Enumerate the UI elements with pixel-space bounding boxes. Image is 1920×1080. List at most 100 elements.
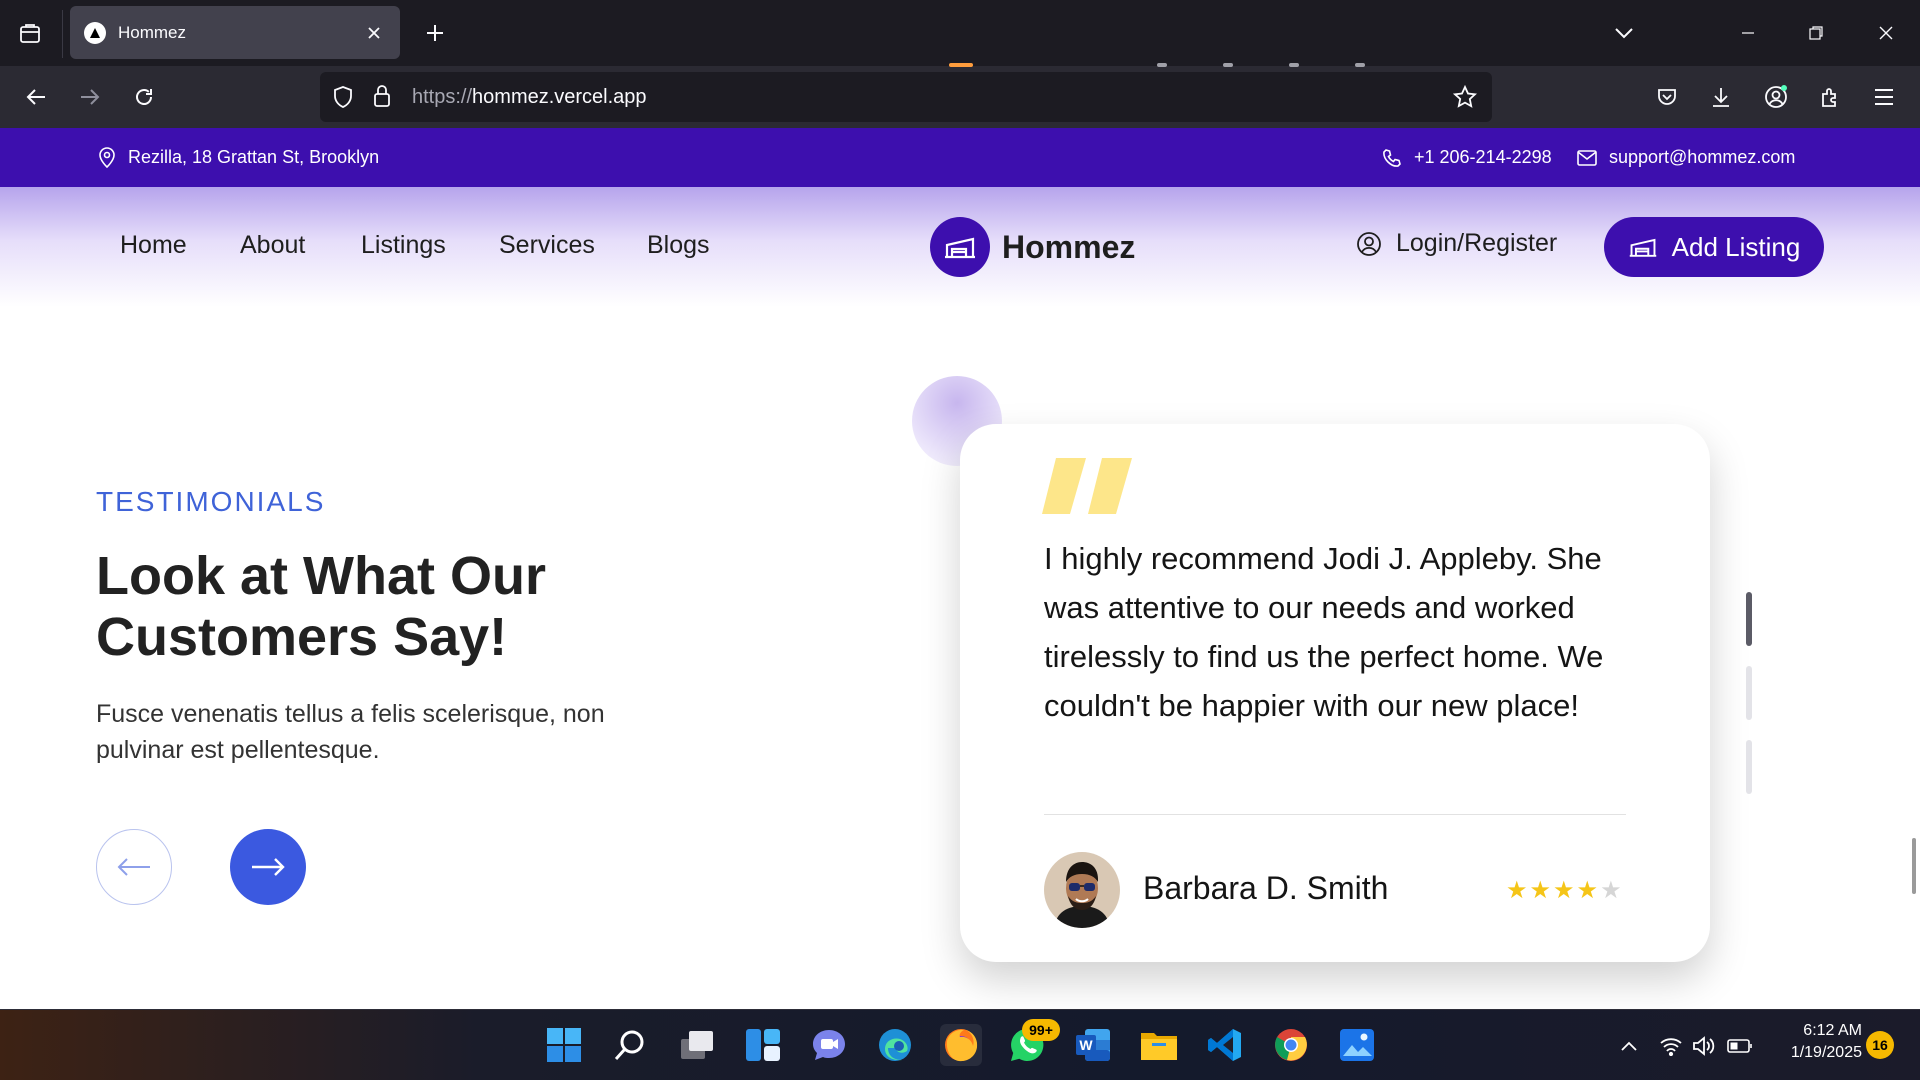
new-tab-icon[interactable] xyxy=(418,16,452,50)
widgets-icon[interactable] xyxy=(742,1024,784,1066)
rating-stars: ★ ★ ★ ★ ★ xyxy=(1506,878,1622,902)
page-scrollbar[interactable] xyxy=(1912,838,1916,894)
card-divider xyxy=(1044,814,1626,815)
star-icon: ★ xyxy=(1576,876,1599,904)
next-slide-button[interactable] xyxy=(230,829,306,905)
extensions-icon[interactable] xyxy=(1811,78,1849,116)
user-circle-icon xyxy=(1357,231,1381,256)
star-icon: ★ xyxy=(1553,876,1575,904)
clock-time: 6:12 AM xyxy=(1803,1022,1862,1039)
url-text[interactable]: https://hommez.vercel.app xyxy=(412,86,647,109)
restore-icon[interactable] xyxy=(1796,14,1836,52)
running-indicator xyxy=(1289,63,1299,67)
edge-browser-icon[interactable] xyxy=(874,1024,916,1066)
wifi-icon[interactable] xyxy=(1658,1033,1684,1059)
arrow-left-icon xyxy=(117,858,150,876)
minimize-icon[interactable] xyxy=(1728,14,1768,52)
section-tag: TESTIMONIALS xyxy=(96,486,326,517)
running-indicator xyxy=(1157,63,1167,67)
download-icon[interactable] xyxy=(1702,78,1740,116)
active-app-indicator xyxy=(949,63,973,67)
photos-icon[interactable] xyxy=(1336,1024,1378,1066)
app-menu-icon[interactable] xyxy=(1865,78,1903,116)
email-item[interactable]: support@hommez.com xyxy=(1577,128,1795,187)
logo-house-icon xyxy=(930,217,990,277)
testimonial-quote: I highly recommend Jodi J. Appleby. She … xyxy=(1044,541,1604,723)
slide-indicator-active[interactable] xyxy=(1746,592,1752,646)
firefox-icon[interactable] xyxy=(940,1024,982,1066)
login-register-label: Login/Register xyxy=(1396,229,1558,257)
running-indicator xyxy=(1355,63,1365,67)
quote-mark-icon xyxy=(1042,458,1134,518)
search-icon[interactable] xyxy=(609,1024,651,1066)
phone-item[interactable]: +1 206-214-2298 xyxy=(1382,128,1552,187)
tray-chevron-up-icon[interactable] xyxy=(1616,1033,1642,1059)
site-logo[interactable]: Hommez xyxy=(930,217,1135,277)
bookmark-star-icon[interactable] xyxy=(1452,84,1478,113)
star-empty-icon: ★ xyxy=(1600,876,1622,904)
running-indicator xyxy=(1223,63,1233,67)
browser-nav-bar: https://hommez.vercel.app xyxy=(0,66,1920,128)
contact-topbar: Rezilla, 18 Grattan St, Brooklyn +1 206-… xyxy=(0,128,1920,187)
address-item: Rezilla, 18 Grattan St, Brooklyn xyxy=(98,128,379,187)
notification-count-badge[interactable]: 16 xyxy=(1866,1031,1894,1059)
nav-blogs[interactable]: Blogs xyxy=(647,231,710,260)
windows-start-icon[interactable] xyxy=(543,1024,585,1066)
section-headline: Look at What Our Customers Say! xyxy=(96,546,546,667)
reload-icon[interactable] xyxy=(125,78,163,116)
nav-listings[interactable]: Listings xyxy=(361,231,446,260)
add-listing-label: Add Listing xyxy=(1671,231,1801,262)
tab-separator xyxy=(62,10,63,58)
clock-date: 1/19/2025 xyxy=(1790,1044,1862,1061)
battery-icon[interactable] xyxy=(1727,1033,1753,1059)
lock-icon[interactable] xyxy=(372,84,392,112)
logo-text: Hommez xyxy=(1002,228,1136,265)
section-subtext: Fusce venenatis tellus a felis scelerisq… xyxy=(96,700,605,764)
whatsapp-unread-badge: 99+ xyxy=(1022,1019,1060,1041)
site-header: Home About Listings Services Blogs Homme… xyxy=(0,187,1920,307)
forward-arrow-icon[interactable] xyxy=(71,78,109,116)
back-arrow-icon[interactable] xyxy=(17,78,55,116)
phone-text[interactable]: +1 206-214-2298 xyxy=(1414,147,1552,168)
teams-chat-icon[interactable] xyxy=(808,1024,850,1066)
location-pin-icon xyxy=(99,146,115,168)
taskbar-clock[interactable]: 6:12 AM 1/19/2025 xyxy=(1766,1020,1862,1064)
arrow-right-icon xyxy=(252,858,285,876)
site-favicon-icon xyxy=(84,21,106,44)
task-view-icon[interactable] xyxy=(676,1024,718,1066)
tab-list-icon[interactable] xyxy=(14,18,46,50)
account-icon[interactable] xyxy=(1757,78,1795,116)
testimonial-card: I highly recommend Jodi J. Appleby. She … xyxy=(960,424,1710,962)
slide-indicator[interactable] xyxy=(1746,666,1752,720)
nav-about[interactable]: About xyxy=(240,231,305,260)
prev-slide-button[interactable] xyxy=(96,829,172,905)
star-icon: ★ xyxy=(1506,876,1528,904)
testimonial-author: Barbara D. Smith xyxy=(1143,870,1389,906)
nav-home[interactable]: Home xyxy=(120,231,187,260)
mail-icon xyxy=(1577,149,1597,166)
chrome-icon[interactable] xyxy=(1270,1024,1312,1066)
tab-overflow-chevron-icon[interactable] xyxy=(1604,14,1644,52)
browser-tab-active[interactable]: Hommez xyxy=(70,6,400,59)
word-icon[interactable]: W xyxy=(1072,1024,1114,1066)
vscode-icon[interactable] xyxy=(1204,1024,1246,1066)
svg-text:W: W xyxy=(1079,1037,1093,1053)
login-register-link[interactable]: Login/Register xyxy=(1356,229,1557,258)
email-text[interactable]: support@hommez.com xyxy=(1609,147,1795,168)
close-window-icon[interactable] xyxy=(1866,14,1906,52)
nav-services[interactable]: Services xyxy=(499,231,595,260)
url-host: hommez.vercel.app xyxy=(472,86,647,108)
file-explorer-icon[interactable] xyxy=(1138,1024,1180,1066)
house-icon xyxy=(1629,238,1656,257)
star-icon: ★ xyxy=(1529,876,1552,904)
address-text: Rezilla, 18 Grattan St, Brooklyn xyxy=(128,147,380,167)
url-bar[interactable]: https://hommez.vercel.app xyxy=(320,72,1492,122)
url-protocol: https:// xyxy=(412,86,473,108)
close-tab-icon[interactable] xyxy=(360,19,388,47)
slide-indicator[interactable] xyxy=(1746,740,1752,794)
add-listing-button[interactable]: Add Listing xyxy=(1604,217,1824,277)
tracking-shield-icon[interactable] xyxy=(332,85,354,113)
tab-title: Hommez xyxy=(118,22,187,42)
volume-icon[interactable] xyxy=(1691,1033,1717,1059)
pocket-icon[interactable] xyxy=(1648,78,1686,116)
